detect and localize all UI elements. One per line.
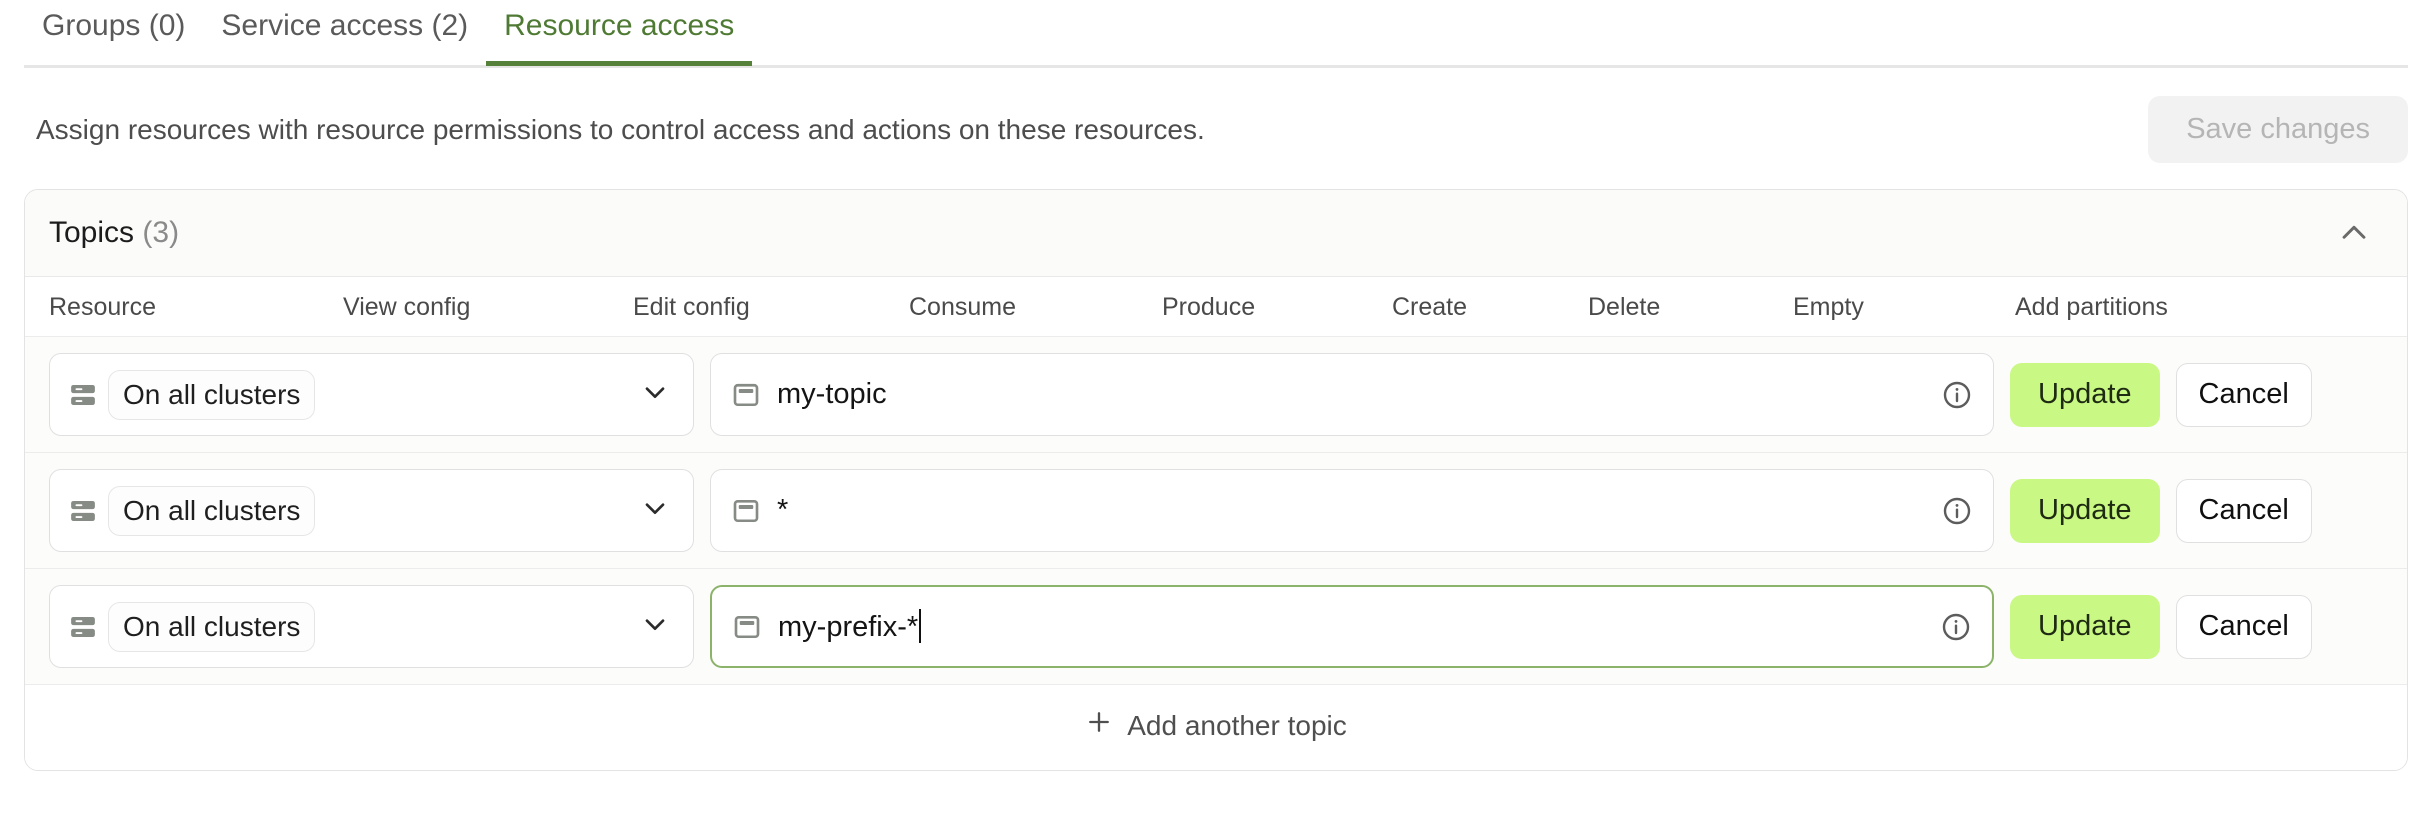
column-header-create: Create bbox=[1392, 293, 1468, 321]
tab-resource-access[interactable]: Resource access bbox=[486, 0, 753, 66]
cluster-scope-select[interactable]: On all clusters bbox=[49, 585, 694, 668]
text-cursor bbox=[919, 609, 922, 643]
server-rack-icon bbox=[68, 496, 98, 526]
server-rack-icon bbox=[68, 380, 98, 410]
add-another-topic-label: Add another topic bbox=[1127, 709, 1347, 741]
tab-service-access[interactable]: Service access (2) bbox=[203, 0, 486, 66]
topic-name-input[interactable]: my-topic bbox=[710, 353, 1994, 436]
column-header-view-config: View config bbox=[343, 293, 471, 321]
topics-panel-footer: Add another topic bbox=[25, 685, 2407, 770]
column-header-resource: Resource bbox=[49, 293, 156, 321]
topic-name-value-wrapper: my-prefix-* bbox=[778, 609, 1940, 644]
topic-name-input[interactable]: * bbox=[710, 469, 1994, 552]
page-description: Assign resources with resource permissio… bbox=[36, 113, 1205, 145]
column-header-consume: Consume bbox=[909, 293, 1016, 321]
panel-title-count: (3) bbox=[142, 216, 180, 249]
update-button[interactable]: Update bbox=[2010, 594, 2160, 659]
topic-name-value: my-prefix-* bbox=[778, 611, 919, 643]
topic-icon bbox=[732, 612, 762, 642]
topic-icon bbox=[731, 380, 761, 410]
topic-icon bbox=[731, 496, 761, 526]
topic-name-value: * bbox=[777, 494, 789, 526]
chevron-down-icon bbox=[639, 492, 671, 529]
server-rack-icon bbox=[68, 612, 98, 642]
cancel-button[interactable]: Cancel bbox=[2175, 478, 2312, 543]
resource-access-page: Groups (0) Service access (2) Resource a… bbox=[0, 0, 2432, 816]
table-column-headers: Resource View config Edit config Consume… bbox=[25, 277, 2407, 337]
plus-icon bbox=[1085, 708, 1113, 743]
cancel-button[interactable]: Cancel bbox=[2175, 594, 2312, 659]
update-button[interactable]: Update bbox=[2010, 362, 2160, 427]
topic-name-value: my-topic bbox=[777, 378, 887, 410]
cluster-scope-select[interactable]: On all clusters bbox=[49, 353, 694, 436]
table-row: On all clusters * Update Cancel bbox=[25, 453, 2407, 569]
cluster-scope-chip: On all clusters bbox=[108, 601, 316, 652]
panel-title-text: Topics bbox=[49, 216, 135, 249]
add-another-topic-button[interactable]: Add another topic bbox=[1079, 707, 1353, 744]
info-circle-icon[interactable] bbox=[1941, 495, 1973, 527]
topics-panel: Topics (3) Resource View config Edit con… bbox=[24, 189, 2408, 771]
info-circle-icon[interactable] bbox=[1940, 611, 1972, 643]
save-changes-button[interactable]: Save changes bbox=[2148, 96, 2408, 163]
chevron-down-icon bbox=[639, 376, 671, 413]
tab-groups[interactable]: Groups (0) bbox=[24, 0, 203, 66]
table-row: On all clusters my-prefix-* Update Cance… bbox=[25, 569, 2407, 685]
cancel-button[interactable]: Cancel bbox=[2175, 362, 2312, 427]
column-header-edit-config: Edit config bbox=[633, 293, 750, 321]
column-header-delete: Delete bbox=[1588, 293, 1661, 321]
topics-panel-header: Topics (3) bbox=[25, 190, 2407, 277]
chevron-down-icon bbox=[639, 608, 671, 645]
column-header-empty: Empty bbox=[1793, 293, 1864, 321]
table-row: On all clusters my-topic Update Cancel bbox=[25, 337, 2407, 453]
info-circle-icon[interactable] bbox=[1941, 379, 1973, 411]
description-row: Assign resources with resource permissio… bbox=[24, 68, 2408, 189]
update-button[interactable]: Update bbox=[2010, 478, 2160, 543]
cluster-scope-select[interactable]: On all clusters bbox=[49, 469, 694, 552]
column-header-add-partitions: Add partitions bbox=[2015, 293, 2168, 321]
tab-bar: Groups (0) Service access (2) Resource a… bbox=[24, 0, 2408, 68]
topic-name-input[interactable]: my-prefix-* bbox=[710, 585, 1994, 668]
cluster-scope-chip: On all clusters bbox=[108, 485, 316, 536]
cluster-scope-chip: On all clusters bbox=[108, 369, 316, 420]
column-header-produce: Produce bbox=[1162, 293, 1256, 321]
chevron-up-icon[interactable] bbox=[2331, 212, 2377, 254]
panel-title: Topics (3) bbox=[49, 216, 179, 250]
